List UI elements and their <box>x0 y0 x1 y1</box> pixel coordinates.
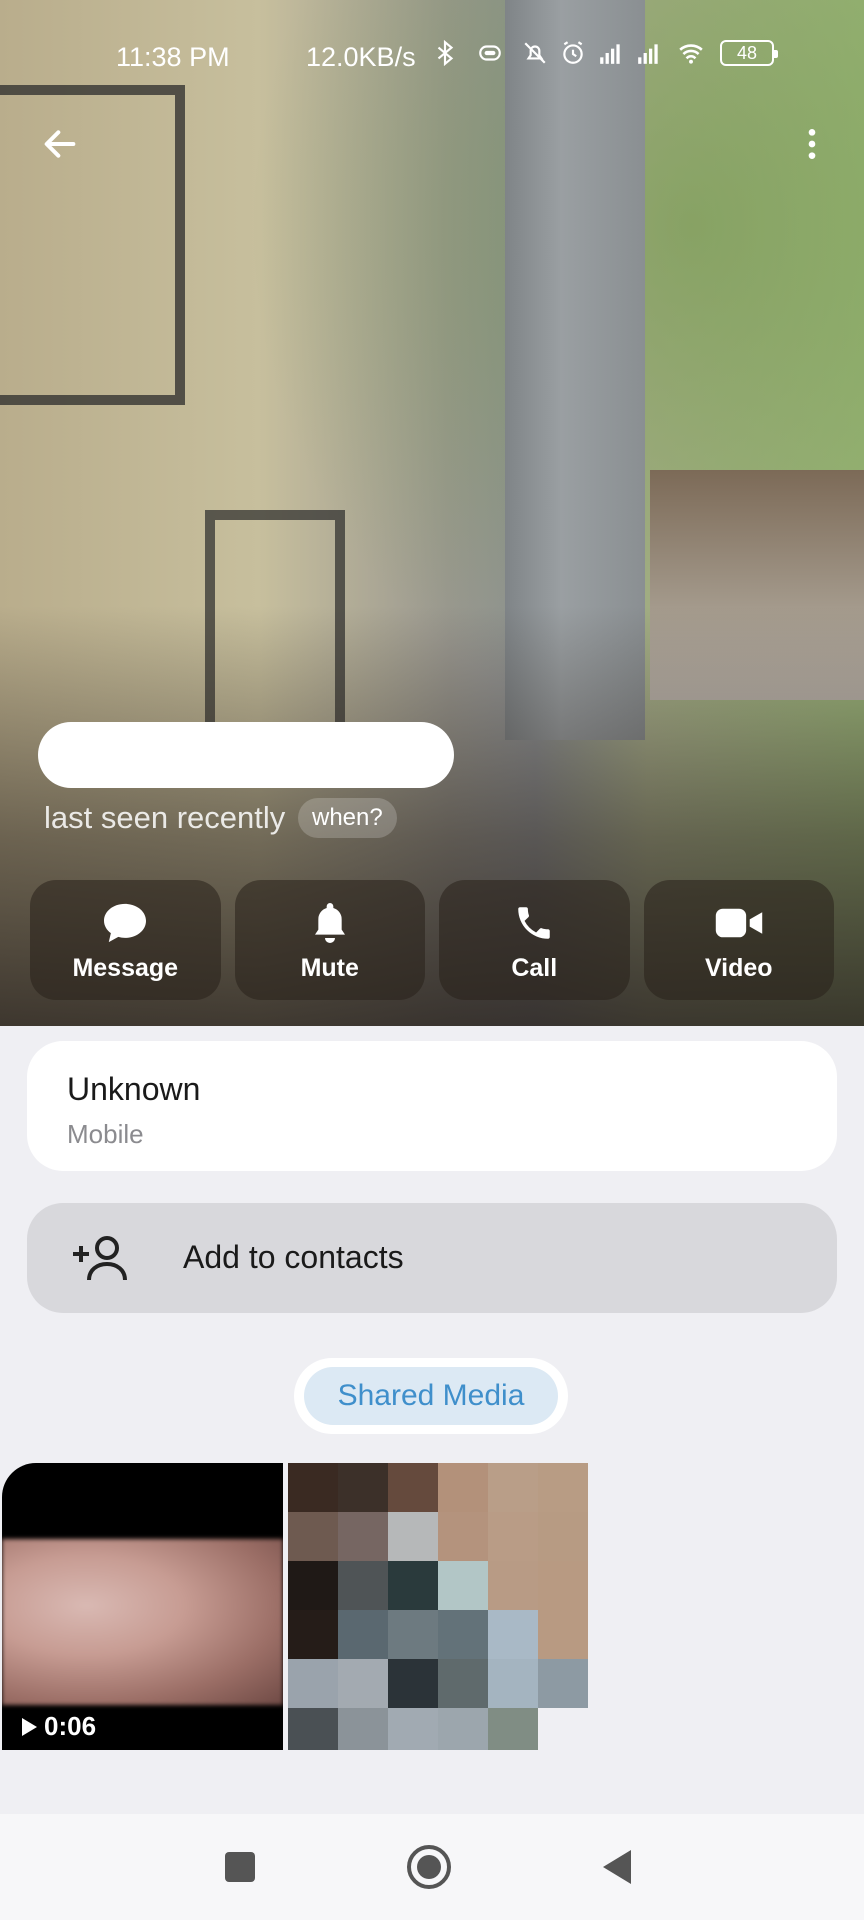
bell-muted-icon <box>524 42 546 64</box>
bell-icon <box>314 902 345 943</box>
add-to-contacts-button[interactable]: Add to contacts <box>27 1203 837 1313</box>
contact-name-redacted <box>38 722 454 788</box>
square-icon <box>225 1852 255 1882</box>
vibrate-icon <box>479 45 501 61</box>
arrow-left-icon <box>44 130 76 158</box>
video-duration: 0:06 <box>20 1711 96 1742</box>
triangle-back-icon <box>603 1850 631 1884</box>
video-label: Video <box>704 953 773 982</box>
phone-number: Unknown <box>67 1071 201 1107</box>
back-nav-button[interactable] <box>592 1842 642 1892</box>
add-person-icon <box>73 1236 127 1281</box>
status-net-speed: 12.0KB/s <box>306 42 416 72</box>
video-camera-icon <box>715 908 762 937</box>
last-seen-status: last seen recently <box>44 800 286 835</box>
signal-icon <box>600 44 620 64</box>
status-bar: 11:38 PM 12.0KB/s 48 <box>0 36 864 76</box>
phone-info-card[interactable]: Unknown Mobile <box>27 1041 837 1171</box>
circle-icon <box>407 1845 451 1889</box>
video-duration-text: 0:06 <box>44 1711 97 1741</box>
message-bubble-icon <box>104 903 147 942</box>
signal-icon <box>638 44 658 64</box>
play-icon <box>22 1717 37 1736</box>
mute-button[interactable]: Mute <box>234 880 425 1000</box>
tab-shared-media[interactable]: Shared Media <box>304 1367 558 1425</box>
call-label: Call <box>511 953 558 982</box>
message-button[interactable]: Message <box>30 880 221 1000</box>
status-icons: 48 <box>432 40 778 66</box>
phone-icon <box>518 906 550 939</box>
more-menu-button[interactable] <box>782 114 842 174</box>
action-buttons: Message Mute Call Video <box>30 880 834 1000</box>
status-time: 11:38 PM <box>116 42 230 72</box>
profile-photo[interactable] <box>0 0 864 1026</box>
mute-label: Mute <box>300 953 359 982</box>
phone-type: Mobile <box>67 1119 144 1149</box>
media-thumbnail-blurred <box>2 1539 283 1705</box>
message-label: Message <box>72 953 179 982</box>
when-button[interactable]: when? <box>298 798 397 838</box>
battery-icon: 48 <box>720 40 778 66</box>
bluetooth-icon <box>437 40 454 66</box>
add-to-contacts-label: Add to contacts <box>183 1239 404 1275</box>
profile-screen: 11:38 PM 12.0KB/s 48 last seen recently … <box>0 0 864 1920</box>
home-button[interactable] <box>404 1842 454 1892</box>
video-button[interactable]: Video <box>643 880 834 1000</box>
alarm-icon <box>563 41 583 64</box>
background-frame-left <box>0 85 185 405</box>
more-vertical-icon <box>808 129 816 159</box>
wifi-icon <box>679 44 703 64</box>
recents-button[interactable] <box>215 1842 265 1892</box>
media-thumbnail-pixelated <box>288 1463 593 1750</box>
system-nav-bar <box>0 1814 864 1920</box>
media-item-video[interactable]: 0:06 <box>2 1463 283 1750</box>
shared-media-tab-container: Shared Media <box>294 1358 568 1434</box>
call-button[interactable]: Call <box>439 880 630 1000</box>
media-item-photo[interactable] <box>288 1463 593 1750</box>
back-button[interactable] <box>30 114 90 174</box>
